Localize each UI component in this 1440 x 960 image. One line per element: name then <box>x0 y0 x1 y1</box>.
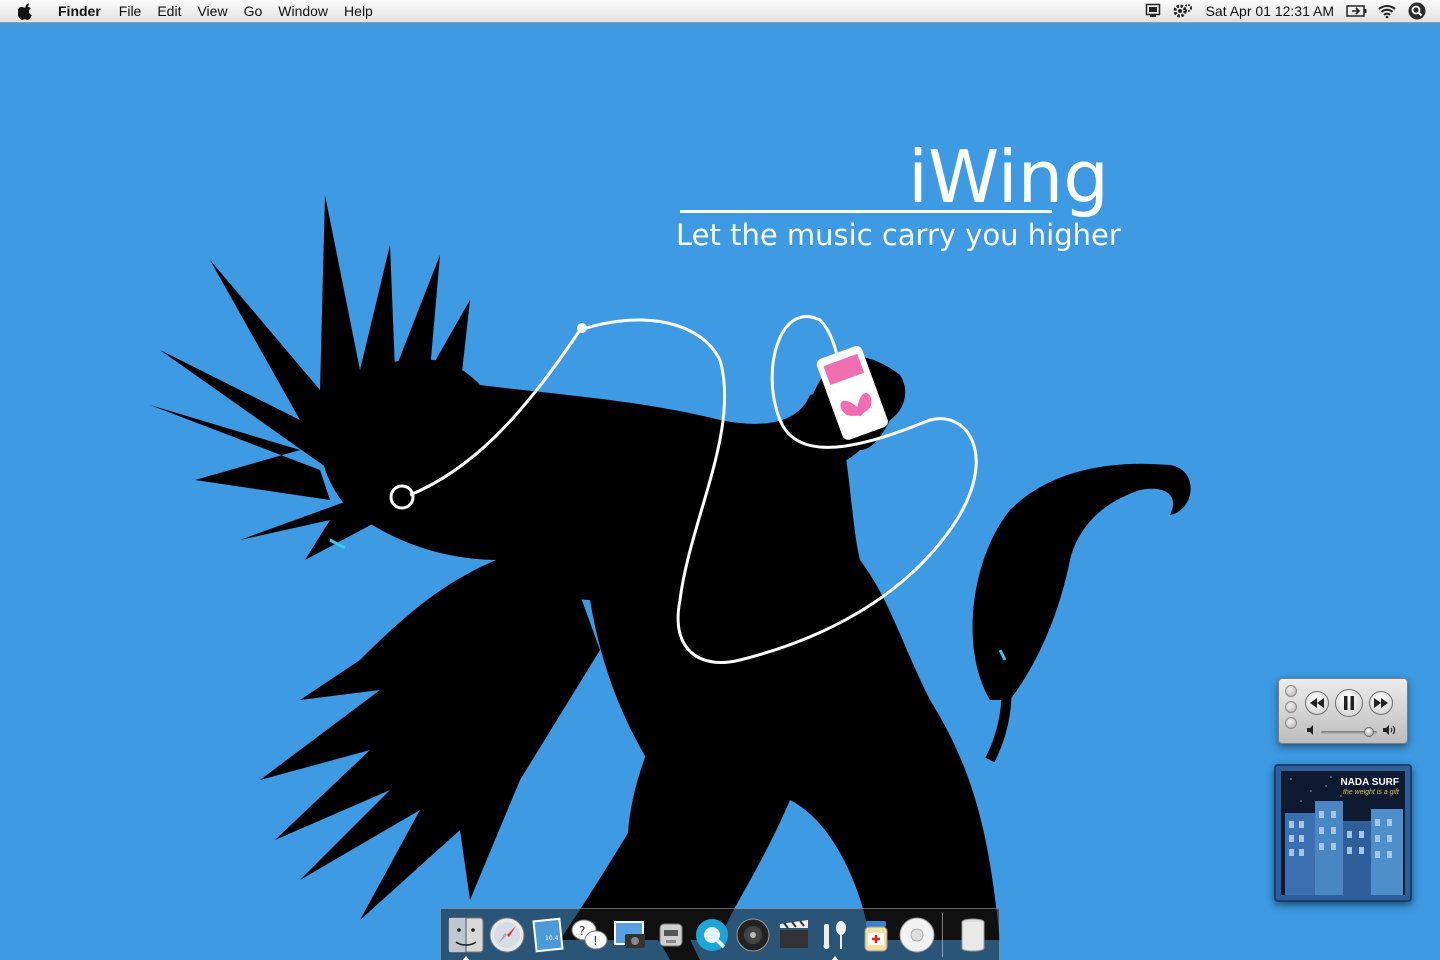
desktop-wallpaper <box>0 23 1440 960</box>
menu-view[interactable]: View <box>189 0 235 22</box>
volume-low-icon <box>1307 725 1317 738</box>
dock-quicktime[interactable] <box>692 915 732 955</box>
album-art-widget[interactable]: NADA SURF the weight is a gift <box>1274 764 1412 902</box>
dock-mail[interactable]: 10.4 <box>528 915 568 955</box>
clapperboard-icon <box>779 919 808 948</box>
dock-ichat[interactable]: ?! <box>569 915 609 955</box>
previous-track-button[interactable] <box>1305 691 1329 715</box>
dock-ipod[interactable] <box>897 915 937 955</box>
display-icon[interactable] <box>1138 0 1168 22</box>
chat-bubbles-icon: ?! <box>571 919 607 949</box>
svg-text:10.4: 10.4 <box>545 935 559 942</box>
wifi-icon[interactable] <box>1372 0 1402 22</box>
gear-icon[interactable] <box>1168 0 1198 22</box>
album-cover: NADA SURF the weight is a gift <box>1281 771 1405 895</box>
window-zoom-button[interactable] <box>1285 717 1297 729</box>
photo-camera-icon <box>613 920 645 948</box>
dock-itunes[interactable] <box>815 915 855 960</box>
dock-automator[interactable] <box>651 915 691 955</box>
play-pause-button[interactable] <box>1335 689 1363 717</box>
svg-text:!: ! <box>593 934 598 948</box>
mail-stamp-icon: 10.4 <box>531 917 564 952</box>
trash-icon <box>961 918 984 952</box>
menu-go[interactable]: Go <box>236 0 271 22</box>
quicktime-icon <box>695 918 728 951</box>
dock-trash[interactable] <box>953 915 993 955</box>
dock-finder[interactable] <box>446 915 486 960</box>
menu-bar: Finder File Edit View Go Window Help Sat… <box>0 0 1440 23</box>
safari-compass-icon <box>489 917 524 952</box>
dock-dvd-player[interactable] <box>733 915 773 955</box>
finder-icon <box>448 917 483 952</box>
itunes-running-indicator <box>830 955 839 960</box>
album-band-name: NADA SURF <box>1340 777 1399 788</box>
window-close-button[interactable] <box>1285 685 1297 697</box>
dock-software-update[interactable] <box>856 915 896 955</box>
dock-iphoto[interactable] <box>610 915 650 955</box>
pause-icon <box>1344 696 1354 710</box>
dock: 10.4 ?! <box>440 908 1000 960</box>
svg-text:?: ? <box>579 924 585 938</box>
spotlight-icon[interactable] <box>1402 0 1432 22</box>
dock-safari[interactable] <box>487 915 527 955</box>
speaker-disc-icon <box>736 918 769 951</box>
rewind-icon <box>1310 698 1324 708</box>
menu-file[interactable]: File <box>111 0 150 22</box>
wallpaper-title: iWing <box>908 135 1109 219</box>
window-minimize-button[interactable] <box>1285 701 1297 713</box>
menu-clock[interactable]: Sat Apr 01 12:31 AM <box>1198 3 1342 19</box>
menu-edit[interactable]: Edit <box>149 0 189 22</box>
dock-imovie[interactable] <box>774 915 814 955</box>
finder-running-indicator <box>461 955 470 960</box>
wallpaper-tagline: Let the music carry you higher <box>676 218 1121 252</box>
wallpaper-illustration <box>0 23 1440 960</box>
apple-menu-icon[interactable] <box>18 3 38 20</box>
itunes-mini-player[interactable] <box>1278 678 1408 744</box>
wallpaper-divider <box>680 210 1052 213</box>
earphones-icon <box>823 920 846 949</box>
battery-icon[interactable] <box>1342 0 1372 22</box>
medicine-jar-icon <box>864 920 887 951</box>
volume-slider-knob[interactable] <box>1363 727 1374 737</box>
fast-forward-icon <box>1374 698 1388 708</box>
menu-app-name[interactable]: Finder <box>50 0 109 22</box>
ipod-icon <box>899 917 934 952</box>
album-title: the weight is a gift <box>1342 789 1399 796</box>
menu-help[interactable]: Help <box>336 0 381 22</box>
robot-icon <box>659 923 682 946</box>
dock-separator <box>942 912 943 957</box>
volume-high-icon <box>1383 725 1397 738</box>
next-track-button[interactable] <box>1369 691 1393 715</box>
menu-window[interactable]: Window <box>270 0 336 22</box>
